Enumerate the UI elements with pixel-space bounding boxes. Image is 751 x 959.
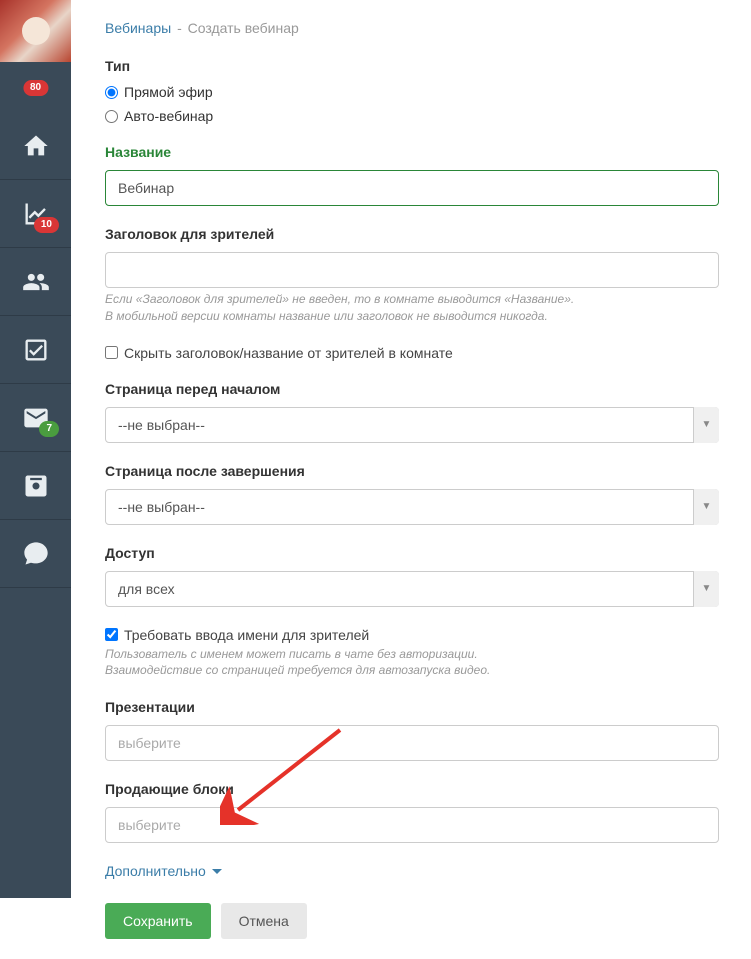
badge-mail: 7: [39, 421, 59, 437]
presentations-section: Презентации: [105, 699, 719, 761]
badge-analytics: 10: [34, 217, 59, 233]
nav-analytics[interactable]: 10: [0, 180, 71, 248]
hide-title-checkbox[interactable]: [105, 346, 118, 359]
name-input[interactable]: [105, 170, 719, 206]
page-before-value: --не выбран--: [105, 407, 719, 443]
cancel-button[interactable]: Отмена: [221, 903, 307, 939]
chat-icon: [21, 539, 51, 569]
caret-down-icon: [212, 869, 222, 874]
sidebar: 80 10 7: [0, 0, 71, 898]
radio-live-label: Прямой эфир: [124, 84, 213, 100]
require-name-hint: Пользователь с именем может писать в чат…: [105, 646, 719, 680]
radio-auto-label: Авто-вебинар: [124, 108, 213, 124]
require-name-checkbox-row[interactable]: Требовать ввода имени для зрителей: [105, 627, 719, 643]
selling-blocks-label: Продающие блоки: [105, 781, 719, 797]
require-name-label: Требовать ввода имени для зрителей: [124, 627, 369, 643]
nav-home[interactable]: [0, 112, 71, 180]
nav-chat[interactable]: [0, 520, 71, 588]
type-label: Тип: [105, 58, 719, 74]
nav-tasks[interactable]: [0, 316, 71, 384]
viewer-title-hint: Если «Заголовок для зрителей» не введен,…: [105, 291, 719, 325]
selling-blocks-input[interactable]: [105, 807, 719, 843]
hide-title-checkbox-row[interactable]: Скрыть заголовок/название от зрителей в …: [105, 345, 719, 361]
access-label: Доступ: [105, 545, 719, 561]
name-label: Название: [105, 144, 719, 160]
hide-title-label: Скрыть заголовок/название от зрителей в …: [124, 345, 453, 361]
radio-auto[interactable]: Авто-вебинар: [105, 108, 719, 124]
avatar[interactable]: [0, 0, 71, 62]
page-after-value: --не выбран--: [105, 489, 719, 525]
page-after-select[interactable]: --не выбран-- ▼: [105, 489, 719, 525]
main-content: Вебинары - Создать вебинар Тип Прямой эф…: [71, 0, 751, 959]
access-select[interactable]: для всех ▼: [105, 571, 719, 607]
users-icon: [21, 267, 51, 297]
nav-notifications[interactable]: 80: [0, 62, 71, 112]
viewer-title-section: Заголовок для зрителей Если «Заголовок д…: [105, 226, 719, 325]
presentations-input[interactable]: [105, 725, 719, 761]
safe-icon: [21, 471, 51, 501]
presentations-label: Презентации: [105, 699, 719, 715]
require-name-checkbox[interactable]: [105, 628, 118, 641]
page-before-section: Страница перед началом --не выбран-- ▼: [105, 381, 719, 443]
viewer-title-label: Заголовок для зрителей: [105, 226, 719, 242]
radio-live[interactable]: Прямой эфир: [105, 84, 719, 100]
name-section: Название: [105, 144, 719, 206]
require-name-section: Требовать ввода имени для зрителей Польз…: [105, 627, 719, 680]
page-after-label: Страница после завершения: [105, 463, 719, 479]
radio-live-input[interactable]: [105, 86, 118, 99]
additional-toggle[interactable]: Дополнительно: [105, 863, 222, 879]
home-icon: [21, 131, 51, 161]
selling-blocks-section: Продающие блоки: [105, 781, 719, 843]
breadcrumb: Вебинары - Создать вебинар: [105, 20, 719, 36]
breadcrumb-separator: -: [177, 20, 182, 36]
access-value: для всех: [105, 571, 719, 607]
radio-auto-input[interactable]: [105, 110, 118, 123]
save-button[interactable]: Сохранить: [105, 903, 211, 939]
viewer-title-input[interactable]: [105, 252, 719, 288]
hide-title-section: Скрыть заголовок/название от зрителей в …: [105, 345, 719, 361]
page-before-label: Страница перед началом: [105, 381, 719, 397]
page-after-section: Страница после завершения --не выбран-- …: [105, 463, 719, 525]
checkbox-icon: [21, 335, 51, 365]
breadcrumb-current: Создать вебинар: [188, 20, 299, 36]
button-row: Сохранить Отмена: [105, 903, 719, 939]
nav-users[interactable]: [0, 248, 71, 316]
page-before-select[interactable]: --не выбран-- ▼: [105, 407, 719, 443]
nav-mail[interactable]: 7: [0, 384, 71, 452]
nav-safe[interactable]: [0, 452, 71, 520]
access-section: Доступ для всех ▼: [105, 545, 719, 607]
breadcrumb-link[interactable]: Вебинары: [105, 20, 171, 36]
type-section: Тип Прямой эфир Авто-вебинар: [105, 58, 719, 124]
badge-notifications: 80: [23, 80, 48, 96]
additional-label: Дополнительно: [105, 863, 206, 879]
